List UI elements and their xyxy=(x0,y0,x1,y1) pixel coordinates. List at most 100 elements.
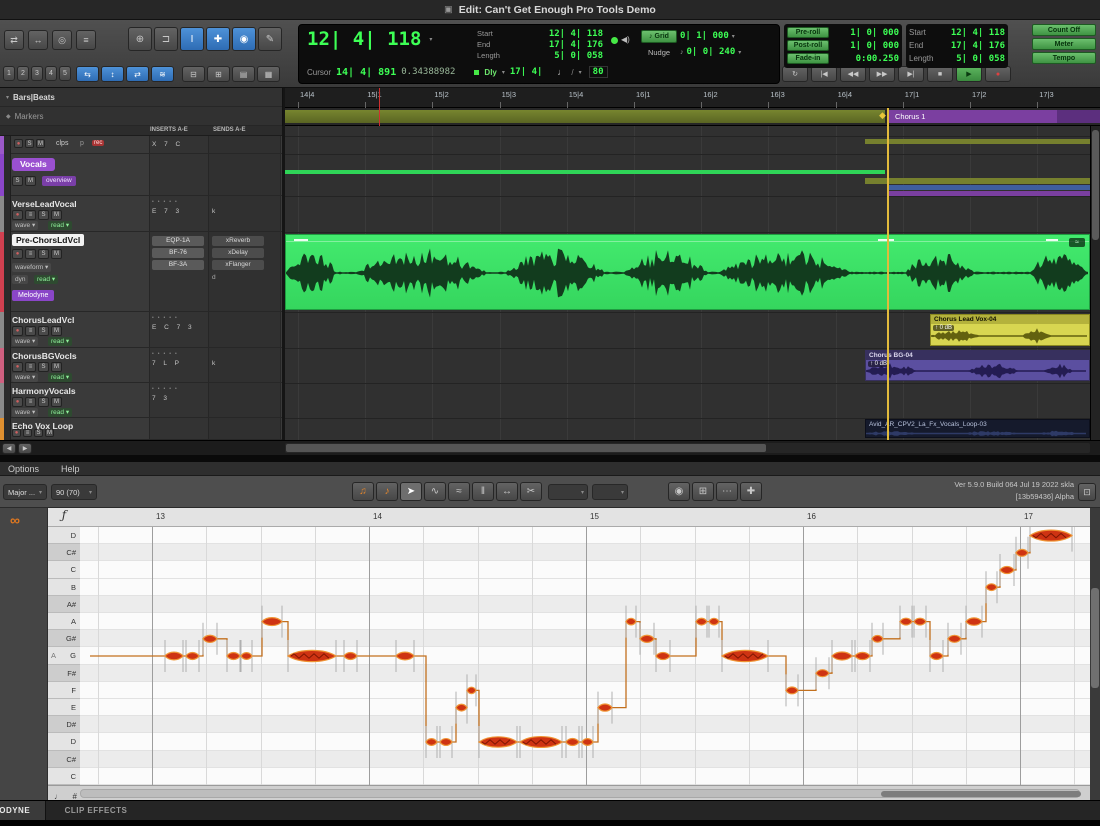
shuffle-mode-button[interactable]: ⇄ xyxy=(4,30,24,50)
automation-read[interactable]: read ▾ xyxy=(48,373,72,382)
zoomer-tool-button[interactable]: ⊕ xyxy=(128,27,152,51)
scroll-left-button[interactable]: ◀ xyxy=(2,443,16,454)
scrollbar-thumb[interactable] xyxy=(286,444,766,452)
clip-gain-breakpoint[interactable] xyxy=(878,239,894,241)
scrollbar-thumb[interactable] xyxy=(1091,588,1099,688)
tab-clip-effects[interactable]: CLIP EFFECTS xyxy=(48,801,144,820)
main-counter[interactable]: 12| 4| 118 ▾ xyxy=(307,28,432,50)
online-button[interactable]: ↻ xyxy=(782,66,808,82)
audio-clip-echo-loop[interactable]: Avid_AR_CPV2_La_Fx_Vocals_Loop-03 xyxy=(865,419,1090,438)
grid-mode-button[interactable]: ≡ xyxy=(76,30,96,50)
track-input-button[interactable]: ≡ xyxy=(25,249,36,259)
record-button[interactable]: ● xyxy=(985,66,1011,82)
selection-end[interactable]: 17| 4| 176 xyxy=(549,40,603,50)
key-selector[interactable]: Major ...▾ xyxy=(3,484,47,500)
melodyne-bar-ruler[interactable]: 1314151617 xyxy=(80,508,1090,527)
note-separation-tool-button[interactable]: ✂ xyxy=(520,482,542,501)
preroll-button[interactable]: Pre-roll xyxy=(787,27,829,38)
track-mute-button[interactable]: M xyxy=(51,249,62,259)
zoom-preset-4-button[interactable]: ≋ xyxy=(151,66,174,82)
grid-button[interactable]: ♪Grid xyxy=(641,30,677,43)
track-row-verseleadvocal[interactable]: VerseLeadVocal●≡SMwave ▾read ▾•••••E 7 3… xyxy=(0,196,283,232)
chevron-down-icon[interactable]: ▾ xyxy=(738,49,741,56)
go-to-end-button[interactable]: ▶| xyxy=(898,66,924,82)
track-record-button[interactable]: S xyxy=(12,176,23,186)
inserts-slots[interactable]: 7 3 xyxy=(152,395,170,402)
audio-clip-chorus-bg[interactable]: Chorus BG-04 ↑ 0 dB xyxy=(865,350,1090,381)
scrollbar-thumb[interactable] xyxy=(1092,130,1099,240)
scale-button[interactable]: ♪ xyxy=(376,482,398,501)
markers-lane[interactable]: ◆ Chorus 1 xyxy=(285,108,1100,126)
delay-label[interactable]: Dly xyxy=(484,68,496,77)
grabber-tool-button[interactable]: ✚ xyxy=(206,27,230,51)
clip-gain-badge[interactable]: ↑ 0 dB xyxy=(933,325,954,331)
timeline-end[interactable]: 17| 4| 176 xyxy=(951,41,1005,51)
clip-gain-line[interactable] xyxy=(286,241,1089,242)
scroll-right-button[interactable]: ▶ xyxy=(18,443,32,454)
fast-forward-button[interactable]: ▶▶ xyxy=(869,66,895,82)
memory-location-5[interactable]: 5 xyxy=(59,66,71,81)
send-xdelay[interactable]: xDelay xyxy=(212,248,264,258)
input-monitor-icon[interactable] xyxy=(611,37,618,44)
bars-beats-ruler[interactable]: 14|415|115|215|315|416|116|216|316|417|1… xyxy=(285,88,1100,108)
quarter-note-icon[interactable]: ♩ xyxy=(557,67,566,77)
macro-dropdown-2[interactable]: ▾ xyxy=(592,484,628,500)
track-view-selector[interactable]: overview xyxy=(42,176,76,186)
memory-location-2[interactable]: 2 xyxy=(17,66,29,81)
track-input-button[interactable]: ≡ xyxy=(25,210,36,220)
insert-bf-76[interactable]: BF-76 xyxy=(152,248,204,258)
chevron-down-icon[interactable]: ▾ xyxy=(502,69,505,76)
chevron-down-icon[interactable]: ▾ xyxy=(732,33,735,40)
track-record-button[interactable]: ● xyxy=(12,397,23,407)
track-name[interactable]: Vocals xyxy=(12,158,55,171)
macro-dropdown-1[interactable]: ▾ xyxy=(548,484,588,500)
track-name[interactable]: HarmonyVocals xyxy=(12,385,76,397)
track-solo-button[interactable]: S xyxy=(38,249,49,259)
postroll-value[interactable]: 1| 0| 000 xyxy=(850,41,899,51)
track-name[interactable]: ChorusLeadVcl xyxy=(12,314,74,326)
sends-slots[interactable]: k xyxy=(212,208,218,215)
chevron-down-icon[interactable]: ▾ xyxy=(579,69,582,76)
melodyne-pitch-ruler[interactable]: DC#CBA#AG#GAF#FED#DC#C xyxy=(48,527,80,785)
clip-name[interactable]: Chorus BG-04 xyxy=(866,351,1089,360)
slip-mode-button[interactable]: ↔ xyxy=(28,30,48,50)
pitch-tool-button[interactable]: ∿ xyxy=(424,482,446,501)
melodyne-hscrollbar[interactable] xyxy=(80,789,1080,798)
track-mute-button[interactable]: M xyxy=(51,326,62,336)
track-name[interactable]: VerseLeadVocal xyxy=(12,198,77,210)
memory-location-4[interactable]: 4 xyxy=(45,66,57,81)
move-view-button[interactable]: ✚ xyxy=(740,482,762,501)
clip-gain-breakpoint[interactable] xyxy=(1046,239,1058,241)
marker-region-verse[interactable] xyxy=(285,110,885,123)
melodyne-vscrollbar[interactable] xyxy=(1090,508,1100,800)
track-name[interactable]: ChorusBGVocls xyxy=(12,350,77,362)
layered-edit-button[interactable]: ▦ xyxy=(257,66,280,82)
clip-gain-breakpoint[interactable] xyxy=(294,239,308,241)
meter-button[interactable]: Meter xyxy=(1032,38,1096,50)
track-solo-button[interactable]: S xyxy=(38,326,49,336)
melodyne-note-grid[interactable] xyxy=(80,527,1090,785)
track-mute-button[interactable]: M xyxy=(51,397,62,407)
link-timeline-edit-button[interactable]: ⊟ xyxy=(182,66,205,82)
track-input-button[interactable]: M xyxy=(25,176,36,186)
menu-options[interactable]: Options xyxy=(8,464,39,474)
automation-mode[interactable]: dyn xyxy=(12,275,28,284)
scrubber-tool-button[interactable]: ◉ xyxy=(232,27,256,51)
count-off-button[interactable]: Count Off xyxy=(1032,24,1096,36)
formant-tool-button[interactable]: ≈ xyxy=(448,482,470,501)
tempo-selector[interactable]: 90 (70)▾ xyxy=(51,484,97,500)
track-input-button[interactable]: ≡ xyxy=(25,362,36,372)
chevron-down-icon[interactable]: ▾ xyxy=(6,94,9,101)
timeline-start[interactable]: 12| 4| 118 xyxy=(951,28,1005,38)
inserts-slots[interactable]: E C 7 3 xyxy=(152,324,195,331)
track-view-selector[interactable]: wave ▾ xyxy=(12,337,38,346)
track-name[interactable]: Pre-ChorsLdVcl xyxy=(12,234,84,246)
track-row-vocals[interactable]: Vocals SMoverview xyxy=(0,154,283,196)
track-name[interactable]: clps xyxy=(56,140,68,147)
track-solo-button[interactable]: S xyxy=(38,210,49,220)
track-row-chorusbgvocls[interactable]: ChorusBGVocls●≡SMwave ▾read ▾•••••7 L Pk xyxy=(0,348,283,383)
timing-tool-button[interactable]: ↔ xyxy=(496,482,518,501)
audio-clip-prechorus-vocal[interactable]: ≈ xyxy=(285,234,1090,310)
track-input-button[interactable]: ≡ xyxy=(25,397,36,407)
melodyne-tag[interactable]: Melodyne xyxy=(12,290,54,301)
